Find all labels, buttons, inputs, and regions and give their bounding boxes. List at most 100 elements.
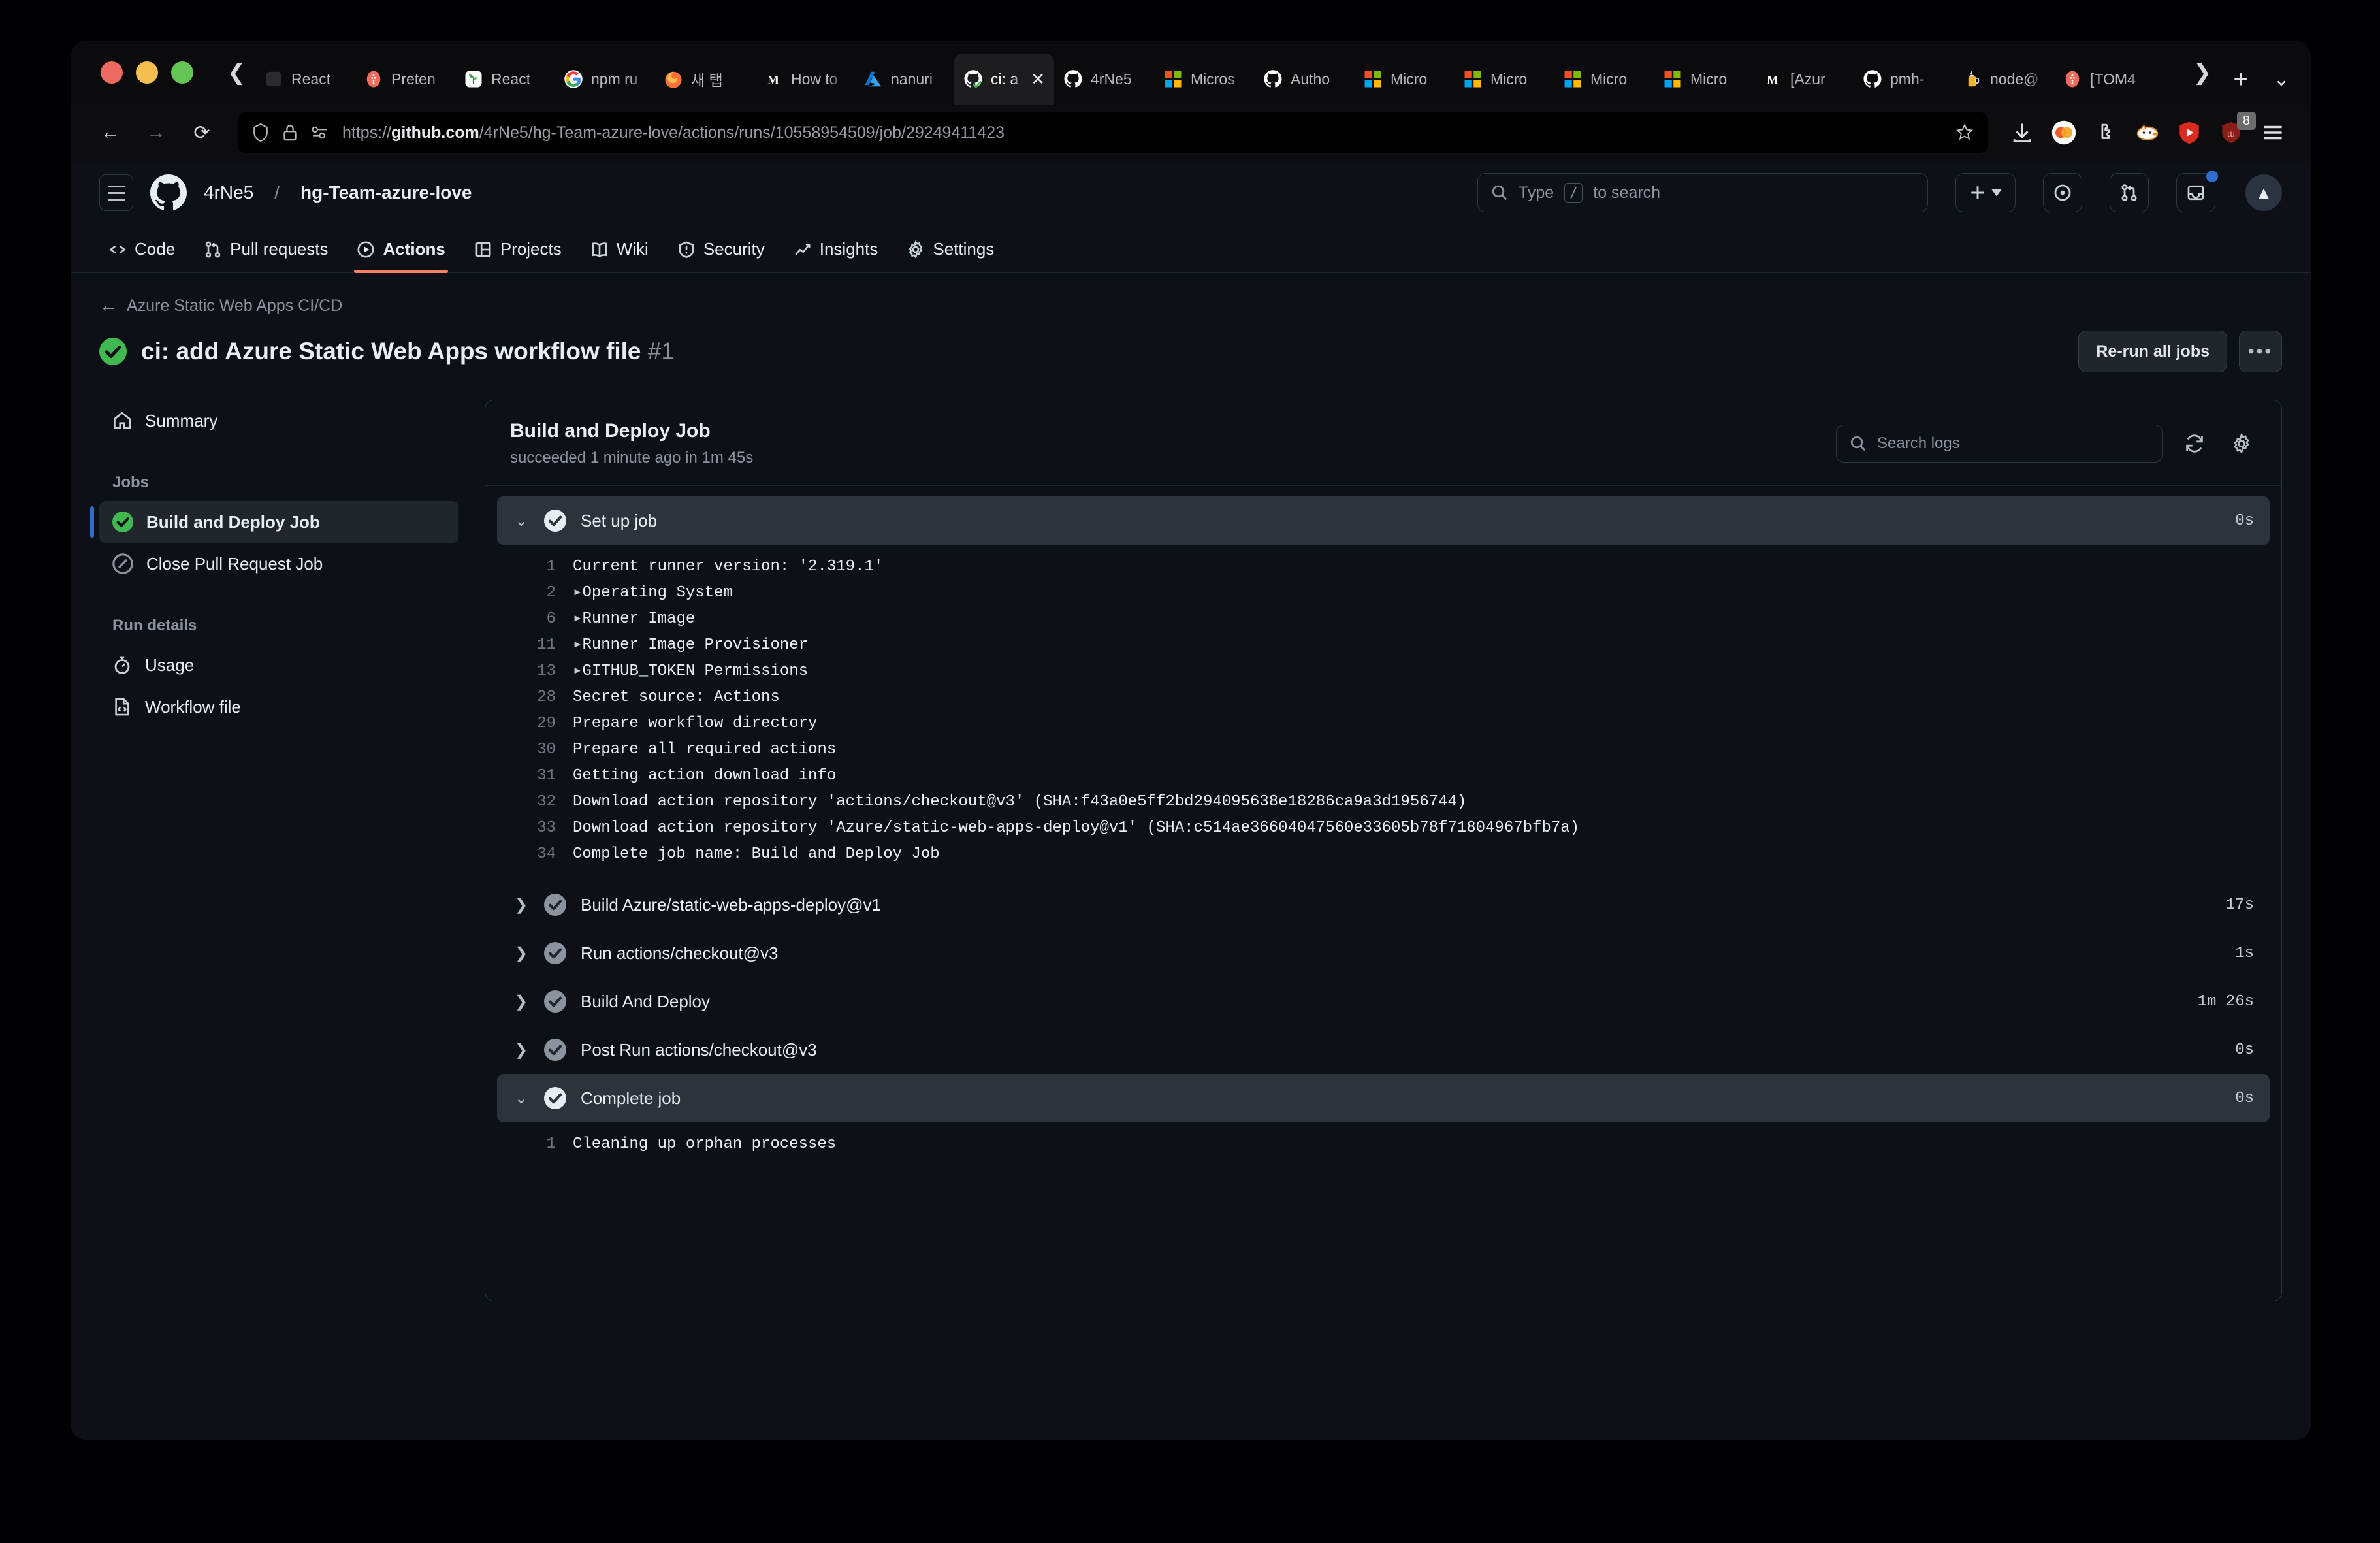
chevron-right-icon[interactable]: ❯ xyxy=(513,1041,530,1060)
job-step-row[interactable]: ❯Run actions/checkout@v31s xyxy=(497,929,2270,977)
chevron-right-icon[interactable]: ❯ xyxy=(513,992,530,1011)
pull-requests-button[interactable] xyxy=(2110,173,2149,212)
repo-nav-item-wiki[interactable]: Wiki xyxy=(579,239,660,272)
search-logs-input[interactable]: Search logs xyxy=(1836,425,2163,463)
mastercard-extension-icon[interactable] xyxy=(2046,114,2082,151)
browser-tab[interactable]: npm ru xyxy=(555,54,654,105)
browser-tab-active[interactable]: ci: a✕ xyxy=(954,54,1054,105)
ublock-extension-icon[interactable]: ɯ 8 xyxy=(2213,114,2249,151)
sidebar-job-item[interactable]: Close Pull Request Job xyxy=(99,543,458,585)
log-line-number: 29 xyxy=(513,711,573,737)
tracking-protection-icon[interactable] xyxy=(311,124,329,141)
expand-group-icon[interactable]: ▸ xyxy=(573,662,582,680)
badger-extension-icon[interactable] xyxy=(2129,114,2166,151)
browser-menu-icon[interactable] xyxy=(2255,114,2291,151)
user-avatar[interactable]: ▲ xyxy=(2245,174,2282,211)
browser-tab[interactable]: Preten xyxy=(355,54,455,105)
job-step-row[interactable]: ❯Build And Deploy1m 26s xyxy=(497,977,2270,1026)
reload-icon[interactable]: ⟳ xyxy=(182,112,222,153)
tab-list-dropdown-button[interactable]: ⌄ xyxy=(2261,54,2302,105)
back-to-workflow-link[interactable]: ← Azure Static Web Apps CI/CD xyxy=(99,295,2282,316)
more-options-button[interactable]: ••• xyxy=(2239,331,2282,372)
global-search-input[interactable]: Type / to search xyxy=(1477,173,1928,212)
job-step-row[interactable]: ⌄Set up job0s xyxy=(497,496,2270,545)
youtube-blocker-icon[interactable] xyxy=(2171,114,2208,151)
minimize-window-button[interactable] xyxy=(136,61,158,84)
browser-tab[interactable]: [TOM4 xyxy=(2053,54,2153,105)
browser-tab[interactable]: 새 탭 xyxy=(654,54,754,105)
repo-nav-item-pull-requests[interactable]: Pull requests xyxy=(192,239,340,272)
browser-tab[interactable]: nanuri xyxy=(854,54,954,105)
browser-tab[interactable]: Micro xyxy=(1554,54,1654,105)
chevron-down-icon[interactable]: ⌄ xyxy=(513,512,530,530)
repo-nav-item-insights[interactable]: Insights xyxy=(782,239,890,272)
tab-scroll-right-button[interactable]: ❯ xyxy=(2184,41,2221,105)
browser-tab[interactable]: MHow to xyxy=(754,54,854,105)
workflow-name: Azure Static Web Apps CI/CD xyxy=(127,297,342,316)
address-bar[interactable]: https://github.com/4rNe5/hg-Team-azure-l… xyxy=(238,112,1988,153)
microsoft-icon xyxy=(1363,69,1383,89)
browser-tab[interactable]: Micros xyxy=(1154,54,1254,105)
sidebar-item-usage[interactable]: Usage xyxy=(99,644,458,686)
repo-nav-item-projects[interactable]: Projects xyxy=(462,239,573,272)
browser-tab[interactable]: React xyxy=(455,54,555,105)
new-tab-button[interactable]: + xyxy=(2221,54,2261,105)
forward-icon[interactable]: → xyxy=(136,112,176,153)
browser-tab[interactable]: 4rNe5 xyxy=(1054,54,1154,105)
create-new-button[interactable] xyxy=(1955,173,2016,212)
chevron-right-icon[interactable]: ❯ xyxy=(513,944,530,963)
run-sidebar: Summary Jobs Build and Deploy JobClose P… xyxy=(99,400,485,1301)
close-window-button[interactable] xyxy=(101,61,123,84)
chevron-down-icon[interactable]: ⌄ xyxy=(513,1089,530,1108)
sidebar-jobs-list: Build and Deploy JobClose Pull Request J… xyxy=(99,501,458,585)
job-step-row[interactable]: ⌄Complete job0s xyxy=(497,1074,2270,1122)
puzzle-extensions-icon[interactable] xyxy=(2087,114,2124,151)
notifications-button[interactable] xyxy=(2176,173,2215,212)
downloads-icon[interactable] xyxy=(2004,114,2040,151)
tab-title: Preten xyxy=(391,71,445,88)
gear-icon[interactable] xyxy=(2227,429,2257,459)
expand-group-icon[interactable]: ▸ xyxy=(573,636,582,654)
repo-nav-item-code[interactable]: Code xyxy=(97,239,187,272)
repo-nav-item-settings[interactable]: Settings xyxy=(895,239,1006,272)
firefox-icon xyxy=(664,69,683,89)
log-line-number: 31 xyxy=(513,763,573,789)
expand-group-icon[interactable]: ▸ xyxy=(573,584,582,602)
browser-tab[interactable]: M[Azur xyxy=(1754,54,1854,105)
breadcrumb-repo[interactable]: hg-Team-azure-love xyxy=(300,182,472,203)
expand-group-icon[interactable]: ▸ xyxy=(573,610,582,628)
browser-tab[interactable]: Micro xyxy=(1354,54,1454,105)
browser-tab[interactable]: node@ xyxy=(1954,54,2053,105)
repo-nav-item-actions[interactable]: Actions xyxy=(345,239,457,272)
browser-tab[interactable]: pmh- xyxy=(1854,54,1954,105)
microsoft-icon xyxy=(1463,69,1483,89)
tab-scroll-left-button[interactable]: ❮ xyxy=(218,41,255,105)
browser-tab[interactable]: Autho xyxy=(1254,54,1354,105)
bookmark-star-icon[interactable] xyxy=(1955,123,1974,142)
close-tab-icon[interactable]: ✕ xyxy=(1031,69,1045,89)
repo-nav-item-security[interactable]: Security xyxy=(666,239,777,272)
back-icon[interactable]: ← xyxy=(90,112,131,153)
maximize-window-button[interactable] xyxy=(171,61,193,84)
job-step-row[interactable]: ❯Build Azure/static-web-apps-deploy@v117… xyxy=(497,881,2270,929)
sidebar-item-summary[interactable]: Summary xyxy=(99,400,458,442)
global-nav-menu-button[interactable] xyxy=(99,174,133,211)
home-icon xyxy=(112,411,132,430)
browser-tab[interactable]: Micro xyxy=(1454,54,1554,105)
log-line-number: 34 xyxy=(513,841,573,868)
rerun-all-jobs-button[interactable]: Re-run all jobs xyxy=(2078,331,2227,372)
avatar-initial: ▲ xyxy=(2255,183,2272,203)
sidebar-item-workflow-file[interactable]: Workflow file xyxy=(99,686,458,728)
github-logo-icon[interactable] xyxy=(150,174,187,211)
graph-icon xyxy=(794,240,812,259)
chevron-right-icon[interactable]: ❯ xyxy=(513,896,530,915)
code-icon xyxy=(108,240,127,259)
breadcrumb-owner[interactable]: 4rNe5 xyxy=(204,182,253,203)
sidebar-job-item[interactable]: Build and Deploy Job xyxy=(99,501,458,543)
issues-button[interactable] xyxy=(2043,173,2082,212)
browser-tab[interactable]: Micro xyxy=(1654,54,1754,105)
browser-tab[interactable]: React xyxy=(255,54,355,105)
refresh-icon[interactable] xyxy=(2179,429,2210,459)
job-step-row[interactable]: ❯Post Run actions/checkout@v30s xyxy=(497,1026,2270,1074)
log-line: 32Download action repository 'actions/ch… xyxy=(497,789,2270,815)
